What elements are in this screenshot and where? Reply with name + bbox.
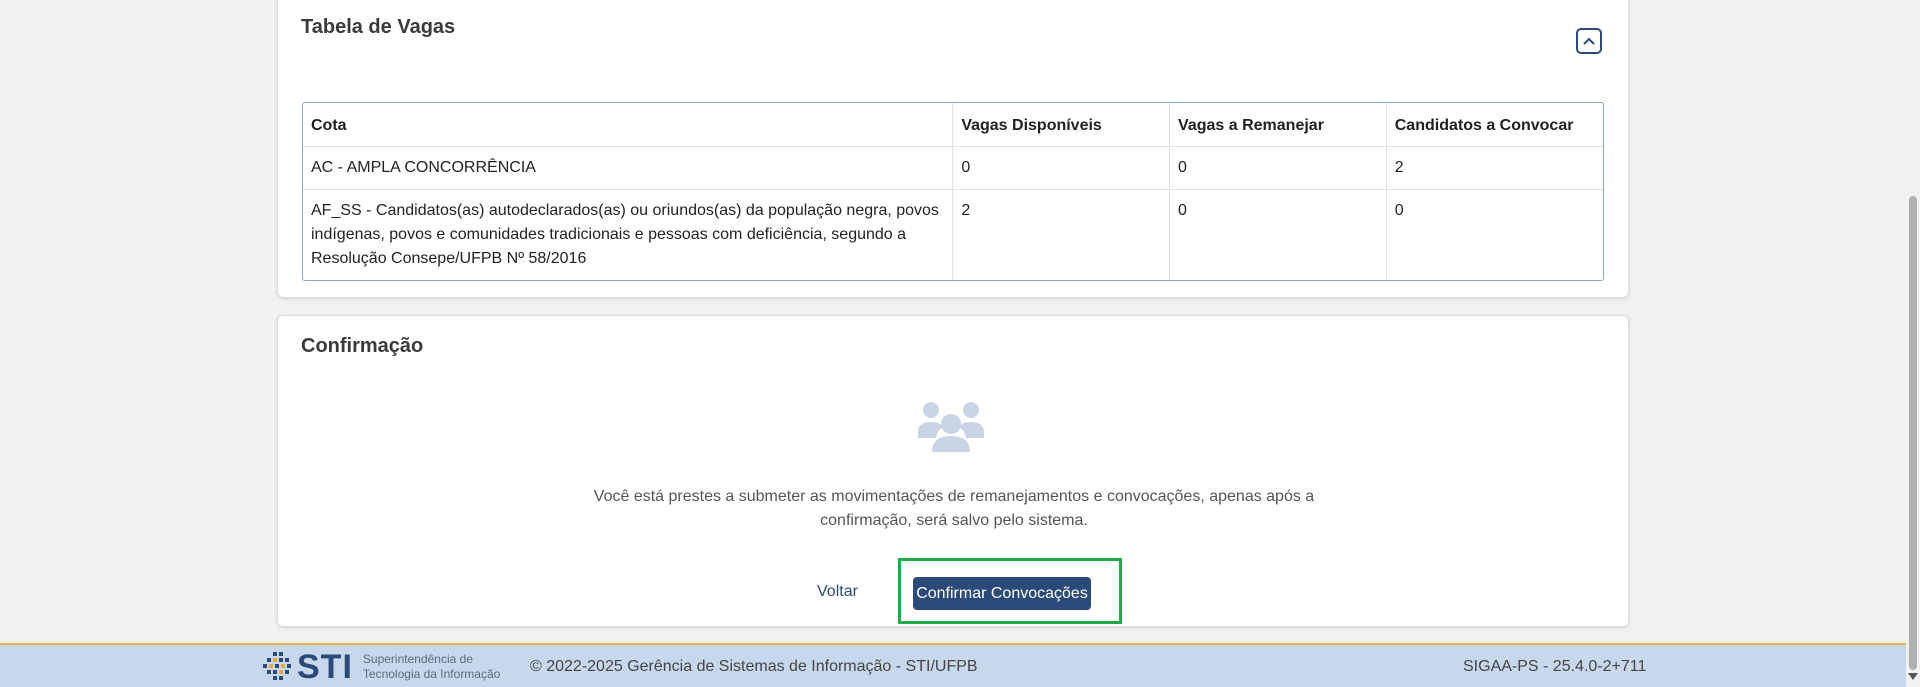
cell-vagas-disponiveis: 0 <box>952 146 1171 190</box>
sti-subtitle-line2: Tecnologia da Informação <box>362 667 501 681</box>
cell-vagas-remanejar: 0 <box>1169 189 1387 280</box>
sti-logo-icon <box>263 652 291 680</box>
cell-cota: AC - AMPLA CONCORRÊNCIA <box>303 146 954 190</box>
vagas-title: Tabela de Vagas <box>301 16 456 38</box>
scrollbar[interactable] <box>1906 0 1920 687</box>
header-candidatos-convocar: Candidatos a Convocar <box>1386 103 1603 147</box>
chevron-up-icon <box>1583 37 1595 45</box>
confirmacao-card: Confirmação Você está prestes a submeter… <box>277 315 1629 627</box>
footer-version: SIGAA-PS - 25.4.0-2+711 <box>1463 658 1647 675</box>
cell-cota: AF_SS - Candidatos(as) autodeclarados(as… <box>303 189 954 280</box>
table-row: AC - AMPLA CONCORRÊNCIA 0 0 2 <box>303 146 1603 190</box>
collapse-button[interactable] <box>1576 28 1602 54</box>
cell-vagas-disponiveis: 2 <box>952 189 1171 280</box>
footer-copyright: © 2022-2025 Gerência de Sistemas de Info… <box>530 658 978 675</box>
voltar-link[interactable]: Voltar <box>817 583 858 601</box>
sti-logo: STI Superintendência de Tecnologia da In… <box>263 648 500 686</box>
sti-subtitle-line1: Superintendência de <box>362 652 473 666</box>
scrollbar-thumb[interactable] <box>1909 196 1917 670</box>
vagas-table: Cota Vagas Disponíveis Vagas a Remanejar… <box>302 102 1604 281</box>
sti-logo-text: STI <box>297 648 353 686</box>
vagas-card: Tabela de Vagas Cota Vagas Disponíveis V… <box>277 0 1629 298</box>
table-header-row: Cota Vagas Disponíveis Vagas a Remanejar… <box>303 103 1603 147</box>
sti-logo-subtitle: Superintendência de Tecnologia da Inform… <box>363 652 500 682</box>
users-icon <box>918 402 984 452</box>
scroll-down-arrow[interactable] <box>1908 673 1918 680</box>
confirmacao-title: Confirmação <box>301 335 424 357</box>
table-row: AF_SS - Candidatos(as) autodeclarados(as… <box>303 189 1603 280</box>
footer: STI Superintendência de Tecnologia da In… <box>0 643 1906 687</box>
cell-candidatos-convocar: 2 <box>1386 146 1603 190</box>
header-cota: Cota <box>303 103 954 147</box>
cell-candidatos-convocar: 0 <box>1394 202 1404 219</box>
cell-vagas-remanejar: 0 <box>1169 146 1387 190</box>
header-vagas-disponiveis: Vagas Disponíveis <box>952 103 1171 147</box>
confirmation-message: Você está prestes a submeter as moviment… <box>593 488 1315 529</box>
confirmar-convocacoes-button[interactable]: Confirmar Convocações <box>913 577 1091 610</box>
header-vagas-remanejar: Vagas a Remanejar <box>1169 103 1387 147</box>
